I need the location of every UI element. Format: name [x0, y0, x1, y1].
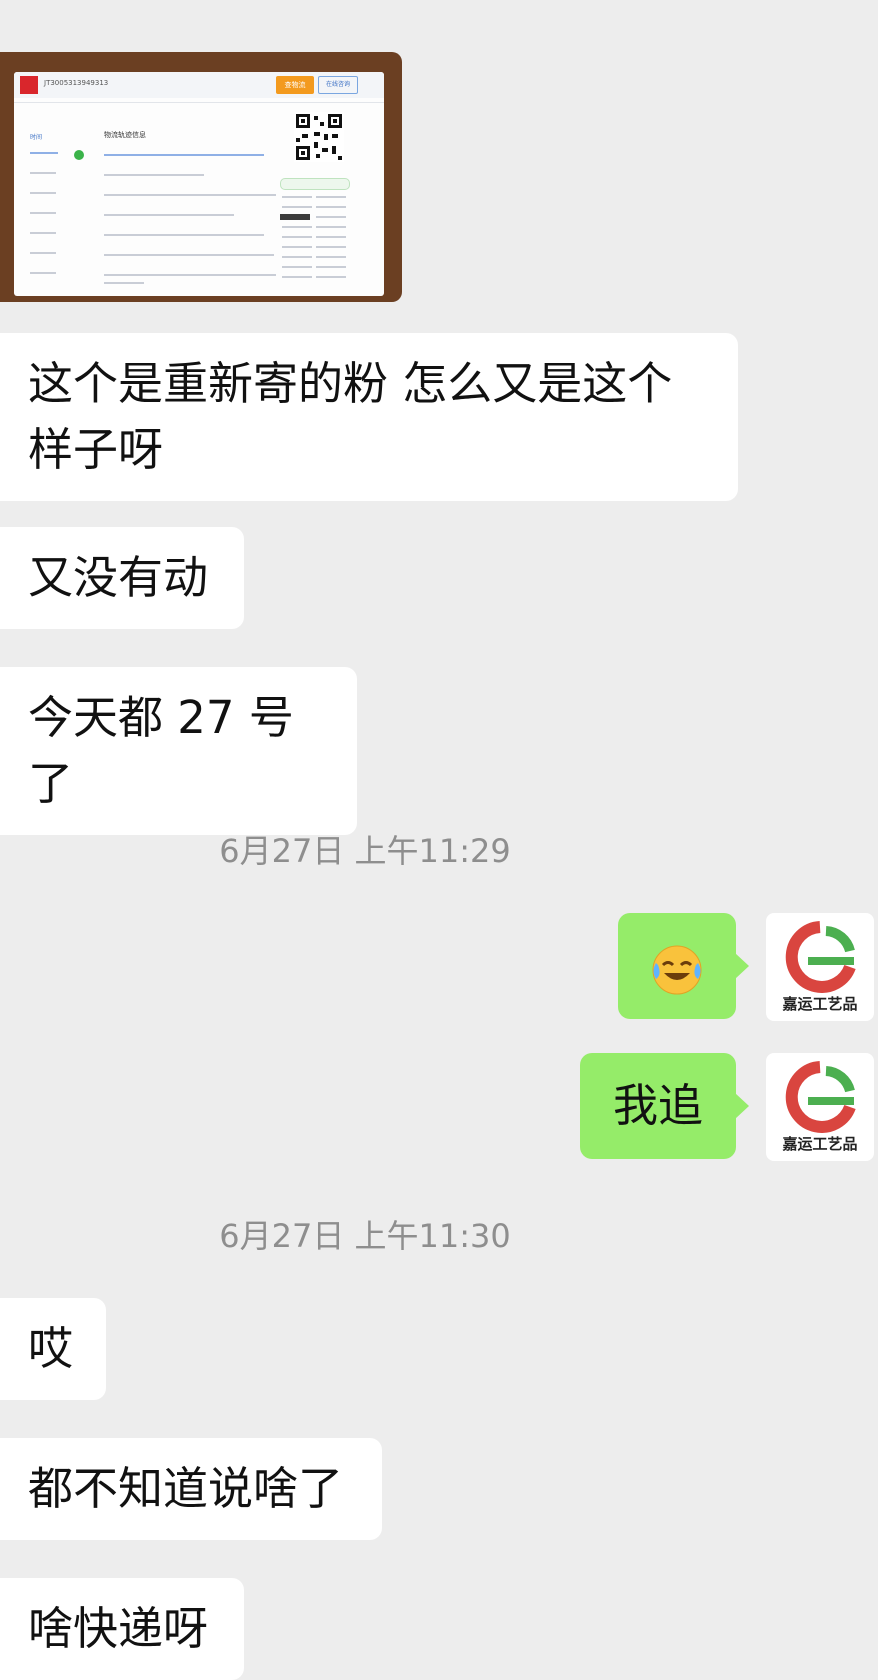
- avatar-label: 嘉运工艺品: [782, 1135, 858, 1153]
- thumbnail-qr-code: [294, 112, 344, 162]
- thumbnail-logo: [20, 76, 38, 94]
- thumbnail-wechat-bar: [280, 178, 350, 190]
- thumbnail-order-no: JT3005313949313: [44, 79, 109, 87]
- incoming-message[interactable]: 都不知道说啥了: [0, 1438, 382, 1540]
- avatar-label: 嘉运工艺品: [782, 995, 858, 1013]
- incoming-message[interactable]: 这个是重新寄的粉 怎么又是这个样子呀: [0, 333, 738, 501]
- thumbnail-search-button: 查物流: [276, 76, 314, 94]
- chat-timestamp: 6月27日 上午11:29: [219, 832, 511, 870]
- thumbnail-right-button: 在线咨询: [318, 76, 358, 94]
- company-logo-icon: [785, 921, 856, 993]
- thumbnail-status-dot: [74, 150, 84, 160]
- thumbnail-tab: 时间: [30, 134, 43, 141]
- chat-timestamp: 6月27日 上午11:30: [219, 1217, 511, 1255]
- outgoing-message[interactable]: 我追: [580, 1053, 749, 1159]
- tears-of-joy-emoji-icon: [652, 945, 702, 994]
- incoming-message[interactable]: 啥快递呀: [0, 1578, 244, 1680]
- incoming-message[interactable]: 又没有动: [0, 527, 244, 629]
- avatar[interactable]: 嘉运工艺品: [766, 1053, 874, 1161]
- avatar[interactable]: 嘉运工艺品: [766, 913, 874, 1021]
- image-message-thumbnail[interactable]: JT3005313949313 查物流 在线咨询 时间 物流轨迹信息: [0, 52, 402, 302]
- outgoing-message[interactable]: [618, 913, 749, 1019]
- incoming-message[interactable]: 今天都 27 号了: [0, 667, 357, 835]
- thumbnail-section-title: 物流轨迹信息: [104, 131, 146, 139]
- company-logo-icon: [785, 1061, 856, 1133]
- incoming-message[interactable]: 哎: [0, 1298, 106, 1400]
- thumbnail-webpage: JT3005313949313 查物流 在线咨询 时间 物流轨迹信息: [14, 72, 384, 296]
